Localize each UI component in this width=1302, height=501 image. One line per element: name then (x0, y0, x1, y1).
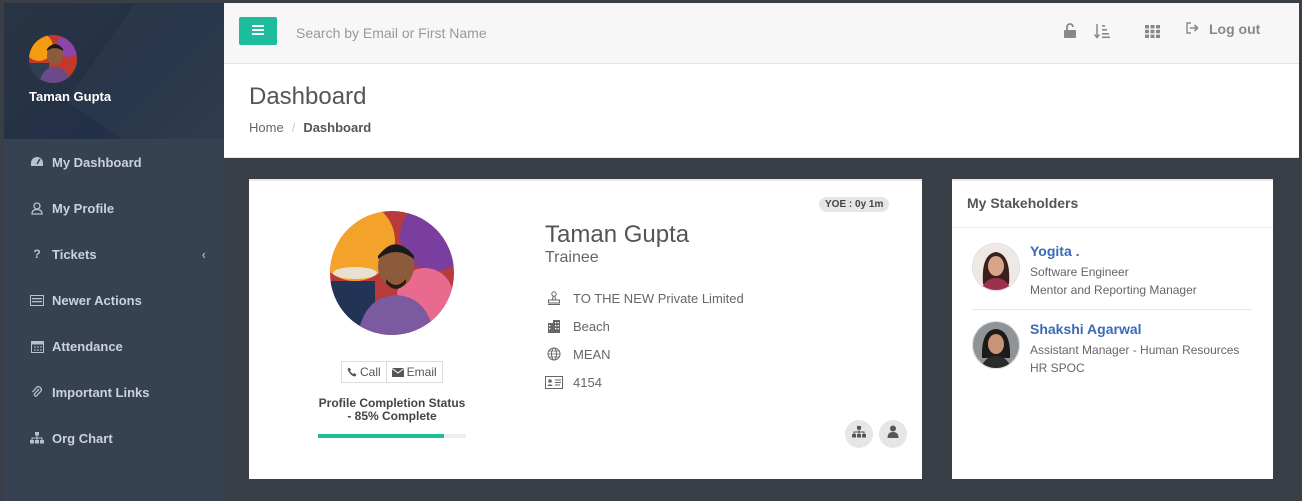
sidebar-item-label: Newer Actions (52, 292, 142, 308)
search-input[interactable] (294, 23, 658, 43)
contact-buttons: Call Email (341, 361, 443, 383)
sitemap-icon (28, 432, 46, 444)
location-name: Beach (573, 318, 610, 334)
sidebar-item-my-profile[interactable]: My Profile (4, 185, 224, 231)
sidebar-item-label: My Dashboard (52, 154, 142, 170)
stamp-icon (545, 291, 563, 305)
stakeholder-relation: HR SPOC (1030, 361, 1085, 375)
sidebar-item-attendance[interactable]: Attendance (4, 323, 224, 369)
list-icon (28, 294, 46, 306)
location-row: Beach (545, 316, 610, 336)
chevron-left-icon[interactable]: ‹ (202, 247, 206, 262)
page-header: Dashboard Home / Dashboard (224, 64, 1299, 158)
sitemap-icon (852, 425, 866, 443)
question-icon: ? (33, 247, 41, 261)
stakeholder-name[interactable]: Yogita . (1030, 243, 1080, 259)
page-title: Dashboard (249, 83, 367, 110)
sidebar-item-my-dashboard[interactable]: My Dashboard (4, 139, 224, 185)
topbar: Log out (224, 3, 1299, 64)
email-button[interactable]: Email (386, 361, 443, 383)
phone-icon (347, 367, 357, 377)
logout-button[interactable]: Log out (1186, 21, 1260, 37)
profile-card: YOE : 0y 1m Call Email Profile Completio… (249, 179, 922, 479)
avatar (972, 321, 1020, 369)
profile-completion-progress (318, 434, 466, 438)
user-panel: Taman Gupta (4, 3, 224, 139)
call-button[interactable]: Call (341, 361, 387, 383)
org-chart-button[interactable] (845, 420, 873, 448)
sidebar-item-important-links[interactable]: Important Links (4, 369, 224, 415)
calendar-icon (28, 340, 46, 353)
divider (972, 309, 1252, 310)
stack-row: MEAN (545, 344, 611, 364)
stakeholder-designation: Software Engineer (1030, 265, 1129, 279)
paperclip-icon (28, 385, 46, 399)
unlock-icon[interactable] (1060, 21, 1080, 41)
dashboard-icon (28, 156, 46, 168)
breadcrumb-home[interactable]: Home (249, 120, 284, 135)
sidebar-item-newer-actions[interactable]: Newer Actions (4, 277, 224, 323)
employee-id: 4154 (573, 374, 602, 390)
breadcrumb: Home / Dashboard (249, 120, 371, 135)
sidebar-item-label: Attendance (52, 338, 123, 354)
profile-name: Taman Gupta (545, 221, 690, 248)
stakeholders-panel: My Stakeholders Yogita . Software Engine… (952, 179, 1273, 479)
sidebar-item-label: Tickets (52, 246, 97, 262)
sidebar-item-label: My Profile (52, 200, 115, 216)
stack-name: MEAN (573, 346, 611, 362)
stakeholders-title: My Stakeholders (967, 195, 1079, 211)
user-icon (28, 201, 46, 215)
logout-label: Log out (1209, 21, 1261, 37)
sidebar-item-label: Important Links (52, 384, 150, 400)
apps-grid-icon[interactable] (1142, 21, 1162, 41)
sidebar-user-name: Taman Gupta (29, 89, 112, 104)
divider (952, 227, 1273, 228)
breadcrumb-separator: / (291, 120, 296, 135)
sidebar-item-org-chart[interactable]: Org Chart (4, 415, 224, 461)
profile-role: Trainee (545, 249, 599, 266)
call-label: Call (360, 365, 381, 379)
avatar (972, 243, 1020, 291)
completion-line-2: - 85% Complete (347, 409, 437, 423)
hamburger-icon (252, 22, 264, 40)
sidebar-item-tickets[interactable]: ? Tickets ‹ (4, 231, 224, 277)
breadcrumb-current: Dashboard (303, 120, 372, 135)
sidebar-item-label: Org Chart (52, 430, 113, 446)
globe-icon (545, 347, 563, 361)
building-icon (545, 319, 563, 333)
progress-fill (318, 434, 444, 438)
id-card-icon (545, 375, 563, 389)
sort-icon[interactable] (1092, 21, 1112, 41)
stakeholder-relation: Mentor and Reporting Manager (1030, 283, 1197, 297)
stakeholder-name[interactable]: Shakshi Agarwal (1030, 321, 1142, 337)
company-name: TO THE NEW Private Limited (573, 290, 744, 306)
yoe-badge: YOE : 0y 1m (819, 197, 890, 212)
profile-completion-status: Profile Completion Status - 85% Complete (309, 397, 475, 423)
envelope-icon (391, 367, 404, 377)
profile-photo (330, 211, 454, 335)
user-icon (887, 425, 899, 443)
sidebar: Taman Gupta My Dashboard My Profile ? Ti… (4, 3, 224, 501)
company-row: TO THE NEW Private Limited (545, 288, 744, 308)
stakeholder-designation: Assistant Manager - Human Resources (1030, 343, 1240, 357)
sign-out-icon (1186, 21, 1199, 37)
email-label: Email (406, 365, 437, 379)
employee-id-row: 4154 (545, 372, 602, 392)
sidebar-toggle-button[interactable] (239, 17, 277, 45)
view-profile-button[interactable] (879, 420, 907, 448)
avatar[interactable] (29, 35, 77, 83)
